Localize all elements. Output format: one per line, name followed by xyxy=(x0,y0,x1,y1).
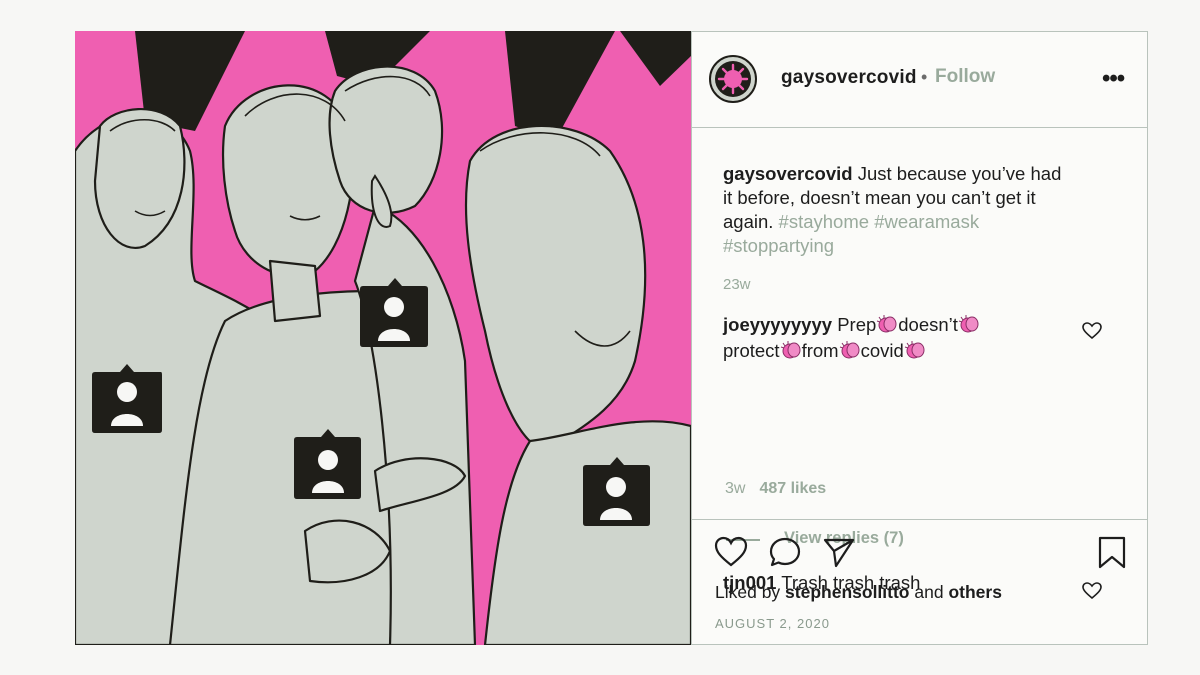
liked-by-username[interactable]: stephensollitto xyxy=(785,582,909,602)
bookmark-icon[interactable] xyxy=(1097,536,1127,570)
comment-item: joeyyyyyyyy Prep doesn’t protect from covid xyxy=(723,312,1063,364)
comment-likes-count[interactable]: 487 likes xyxy=(759,480,826,497)
clapping-hands-emoji-icon xyxy=(904,341,925,359)
comment-word: covid xyxy=(860,340,904,361)
comment-username[interactable]: joeyyyyyyyy xyxy=(723,314,832,335)
clapping-hands-emoji-icon xyxy=(877,315,897,333)
post-username[interactable]: gaysovercovid xyxy=(781,67,917,89)
post-caption: gaysovercovid Just because you’ve had it… xyxy=(723,162,1063,258)
heart-icon[interactable] xyxy=(714,536,748,568)
caption-username[interactable]: gaysovercovid xyxy=(723,163,853,184)
comment-like-heart-icon[interactable] xyxy=(1082,322,1102,340)
liked-by-others-link[interactable]: others xyxy=(948,582,1001,602)
post-actions-bar: Liked by stephensollitto and others AUGU… xyxy=(692,520,1148,645)
liked-by-prefix: Liked by xyxy=(715,582,786,602)
user-tag-icon xyxy=(360,278,428,347)
virus-avatar-icon[interactable] xyxy=(709,55,757,103)
comment-meta: 3w 487 likes xyxy=(725,480,826,498)
comment-word: doesn’t xyxy=(898,314,958,335)
more-options-button[interactable]: ••• xyxy=(1102,65,1125,93)
caption-timestamp: 23w xyxy=(723,276,751,293)
separator-dot: • xyxy=(921,67,928,87)
clapping-hands-emoji-icon xyxy=(780,341,801,359)
hashtag-link[interactable]: #stoppartying xyxy=(723,235,834,256)
comment-timestamp: 3w xyxy=(725,480,746,497)
comment-word: protect xyxy=(723,340,780,361)
clapping-hands-emoji-icon xyxy=(839,341,860,359)
comment-word: from xyxy=(801,340,839,361)
clapping-hands-emoji-icon xyxy=(958,315,979,333)
user-tag-icon xyxy=(583,457,650,526)
liked-by-joiner: and xyxy=(909,582,949,602)
speech-bubble-icon[interactable] xyxy=(768,536,802,568)
post-date: AUGUST 2, 2020 xyxy=(715,616,830,631)
hashtag-link[interactable]: #stayhome xyxy=(779,211,870,232)
liked-by-text: Liked by stephensollitto and others xyxy=(715,582,1002,603)
hashtag-link[interactable]: #wearamask xyxy=(874,211,979,232)
post-side-panel: gaysovercovid • Follow ••• gaysovercovid… xyxy=(691,31,1148,645)
post-header: gaysovercovid • Follow ••• xyxy=(692,31,1148,128)
follow-button[interactable]: Follow xyxy=(935,66,995,88)
comments-section: gaysovercovid Just because you’ve had it… xyxy=(692,128,1148,600)
user-tag-icon xyxy=(294,429,361,499)
post-illustration xyxy=(75,31,691,645)
paper-plane-icon[interactable] xyxy=(822,536,856,568)
user-tag-icon xyxy=(92,364,162,433)
comment-word: Prep xyxy=(837,314,877,335)
